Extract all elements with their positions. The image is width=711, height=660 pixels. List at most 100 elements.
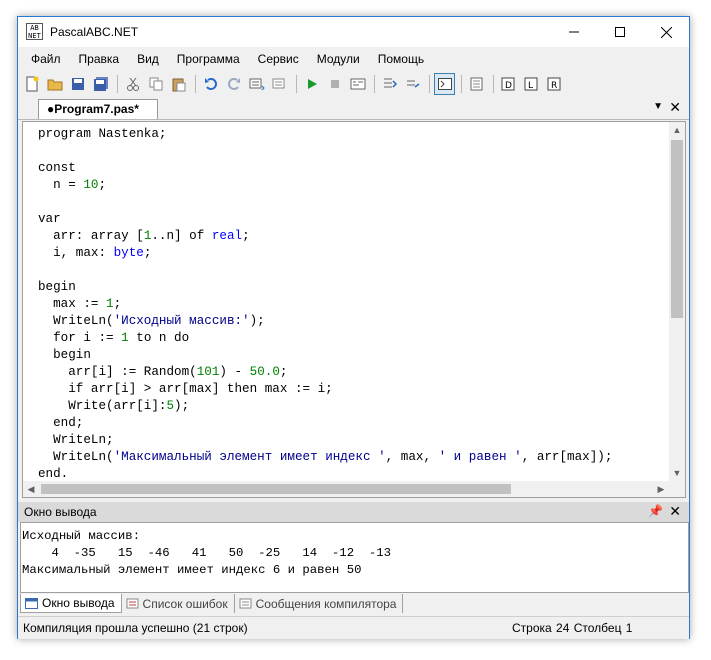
scroll-right-icon[interactable]: ▶ <box>653 481 669 497</box>
compiler-messages-icon <box>239 598 252 609</box>
copy-icon <box>149 77 162 91</box>
scroll-down-icon[interactable]: ▼ <box>669 465 685 481</box>
toolbar: D L R <box>18 71 689 97</box>
redo-button[interactable] <box>223 73 244 95</box>
open-icon <box>47 79 62 91</box>
editor-vertical-scrollbar[interactable]: ▲ ▼ <box>669 122 685 481</box>
vertical-scroll-thumb[interactable] <box>671 140 683 318</box>
code-editor[interactable]: program Nastenka; const n = 10; var arr:… <box>22 121 686 498</box>
svg-text:D: D <box>505 81 512 91</box>
indent-icon: L <box>524 77 537 91</box>
replace-icon <box>272 78 284 89</box>
status-message: Компиляция прошла успешно (21 строк) <box>23 621 248 635</box>
code-line: program Nastenka; <box>38 127 167 141</box>
toolbar-separator <box>374 75 375 93</box>
paste-icon <box>172 78 185 91</box>
tab-output-window[interactable]: Окно вывода <box>20 594 122 613</box>
output-window[interactable]: Исходный массив: 4 -35 15 -46 41 50 -25 … <box>20 522 689 593</box>
output-line: Исходный массив: <box>22 529 141 543</box>
menu-view[interactable]: Вид <box>128 52 168 66</box>
code-line: if arr[i] > arr[max] then max := i; <box>38 382 333 396</box>
code-line: n = 10; <box>38 178 107 192</box>
cut-icon <box>126 77 139 91</box>
maximize-button[interactable] <box>597 17 643 47</box>
tab-close-icon[interactable]: ✕ <box>669 99 681 116</box>
tab-error-list-label: Список ошибок <box>142 596 228 611</box>
tab-list-dropdown-icon[interactable]: ▼ <box>653 101 663 112</box>
compile-button[interactable] <box>347 73 368 95</box>
run-icon <box>307 79 317 89</box>
code-line: var <box>38 212 61 226</box>
step-into-button[interactable] <box>379 73 400 95</box>
editor-horizontal-scrollbar[interactable]: ◀ ▶ <box>23 481 669 497</box>
toolbar-separator <box>493 75 494 93</box>
paste-button[interactable] <box>168 73 189 95</box>
output-window-button[interactable] <box>434 73 455 95</box>
code-line: WriteLn('Исходный массив:'); <box>38 314 265 328</box>
run-button[interactable] <box>301 73 322 95</box>
tab-error-list[interactable]: Список ошибок <box>122 594 235 613</box>
output-panel-header: Окно вывода 📌 ✕ <box>18 502 689 522</box>
horizontal-scroll-thumb[interactable] <box>41 484 511 494</box>
svg-text:R: R <box>551 81 557 91</box>
menu-file[interactable]: Файл <box>22 52 70 66</box>
error-list-icon <box>126 598 139 609</box>
output-text: Исходный массив: 4 -35 15 -46 41 50 -25 … <box>22 528 391 579</box>
close-icon <box>660 26 672 38</box>
find-icon <box>249 78 265 91</box>
debug-window-button[interactable] <box>466 73 487 95</box>
menu-edit[interactable]: Правка <box>70 52 129 66</box>
tab-program7[interactable]: ●Program7.pas* <box>38 99 158 119</box>
toolbar-separator <box>195 75 196 93</box>
menu-help[interactable]: Помощь <box>369 52 433 66</box>
code-text[interactable]: program Nastenka; const n = 10; var arr:… <box>38 126 612 483</box>
code-line: const <box>38 161 76 175</box>
output-panel-title: Окно вывода <box>24 505 97 519</box>
open-button[interactable] <box>44 73 65 95</box>
svg-text:L: L <box>528 81 533 91</box>
save-icon <box>71 78 84 90</box>
code-line: WriteLn; <box>38 433 114 447</box>
toolbar-separator <box>296 75 297 93</box>
close-button[interactable] <box>643 17 689 47</box>
scroll-up-icon[interactable]: ▲ <box>669 122 685 138</box>
step-over-button[interactable] <box>402 73 423 95</box>
menu-service[interactable]: Сервис <box>249 52 308 66</box>
code-line: i, max: byte; <box>38 246 152 260</box>
toolbar-separator <box>117 75 118 93</box>
document-tab-bar: ●Program7.pas* ▼ ✕ <box>18 97 689 120</box>
output-close-icon[interactable]: ✕ <box>669 503 681 520</box>
code-line: end. <box>38 467 69 481</box>
window-title: PascalABC.NET <box>50 25 139 39</box>
pin-icon[interactable]: 📌 <box>648 504 663 518</box>
unindent-button[interactable]: R <box>544 73 565 95</box>
code-line: begin <box>38 348 91 362</box>
undo-button[interactable] <box>200 73 221 95</box>
code-line: max := 1; <box>38 297 122 311</box>
copy-button[interactable] <box>145 73 166 95</box>
cursor-position: Строка 24 Столбец 1 <box>512 621 633 635</box>
toolbar-separator <box>429 75 430 93</box>
save-all-button[interactable] <box>90 73 111 95</box>
output-window-icon <box>25 597 38 609</box>
find-button[interactable] <box>246 73 267 95</box>
menu-modules[interactable]: Модули <box>308 52 369 66</box>
replace-button[interactable] <box>269 73 290 95</box>
new-file-button[interactable] <box>21 73 42 95</box>
redo-icon <box>227 78 240 90</box>
stop-button[interactable] <box>324 73 345 95</box>
cut-button[interactable] <box>122 73 143 95</box>
output-line: Максимальный элемент имеет индекс 6 и ра… <box>22 563 362 577</box>
save-button[interactable] <box>67 73 88 95</box>
scrollbar-corner <box>669 481 685 497</box>
tab-compiler-messages[interactable]: Сообщения компилятора <box>235 594 404 613</box>
minimize-button[interactable] <box>551 17 597 47</box>
code-line: arr: array [1..n] of real; <box>38 229 250 243</box>
new-file-icon <box>26 76 38 92</box>
indent-button[interactable]: L <box>521 73 542 95</box>
scroll-left-icon[interactable]: ◀ <box>23 481 39 497</box>
menu-program[interactable]: Программа <box>168 52 249 66</box>
format-button[interactable]: D <box>498 73 519 95</box>
compile-icon <box>350 78 365 90</box>
format-icon: D <box>501 77 514 91</box>
